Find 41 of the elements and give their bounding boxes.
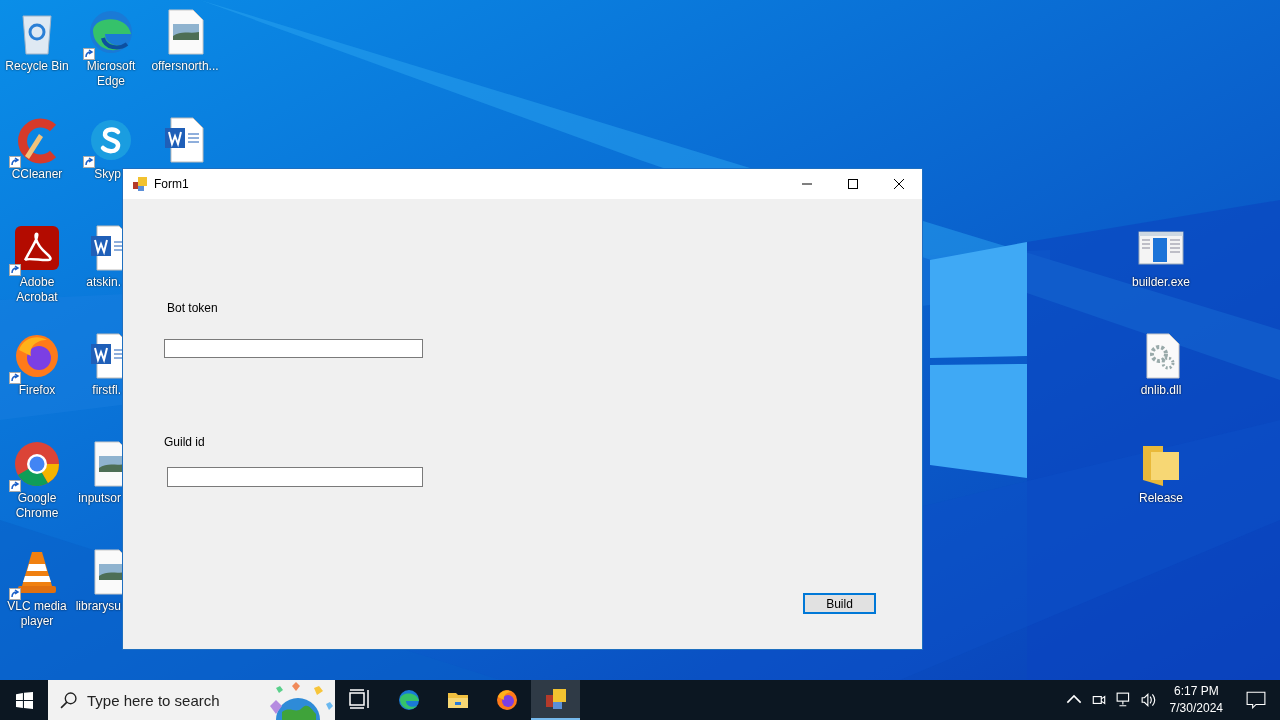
maximize-icon[interactable] [848,179,858,189]
icon-label[interactable]: firstfl. [92,383,121,398]
search-field[interactable]: Type here to search [87,691,257,709]
task-view-icon[interactable] [347,688,372,712]
icon-label[interactable]: librarysu [75,599,121,614]
icon-label[interactable]: Google Chrome [1,491,73,521]
icon-label[interactable]: Release [1139,491,1183,506]
clock[interactable]: 6:17 PM 7/30/2024 [1165,683,1227,717]
volume-icon[interactable] [1140,692,1157,708]
input-field[interactable] [164,339,423,358]
field-label: Bot token [167,301,218,315]
network-icon[interactable] [1115,692,1132,708]
close-icon[interactable] [894,179,904,189]
input-field[interactable] [167,467,423,487]
icon-label[interactable]: Recycle Bin [5,59,69,74]
icon-label[interactable]: offersnorth... [151,59,219,74]
edge-icon[interactable] [396,688,421,712]
icon-label[interactable]: CCleaner [11,167,63,182]
window-title: Form1 [154,177,189,191]
icon-label[interactable]: atskin. [86,275,121,290]
search-icon [60,691,77,709]
build-button[interactable]: Build [803,593,876,614]
windows-logo-icon[interactable] [15,691,33,709]
firefox-icon[interactable] [494,688,519,712]
icon-label[interactable]: VLC media player [1,599,73,629]
chrome-icon[interactable] [13,440,61,488]
search-box[interactable]: Type here to search [48,680,335,720]
icon-label[interactable]: Firefox [18,383,56,398]
icon-label[interactable]: Microsoft Edge [75,59,147,89]
field-label: Guild id [164,435,205,449]
icon-label[interactable]: Skyp [94,167,121,182]
app-icon [132,176,148,192]
icon-label[interactable]: Adobe Acrobat [1,275,73,305]
notification-icon[interactable] [1246,691,1266,709]
icon-label[interactable]: inputsor [78,491,121,506]
taskbar-button[interactable] [531,680,580,720]
icon-label[interactable]: dnlib.dll [1140,383,1182,398]
icon-label[interactable]: builder.exe [1131,275,1190,290]
edge-icon[interactable] [87,8,135,56]
pdf-icon[interactable] [13,224,61,272]
app-icon[interactable] [543,687,568,711]
